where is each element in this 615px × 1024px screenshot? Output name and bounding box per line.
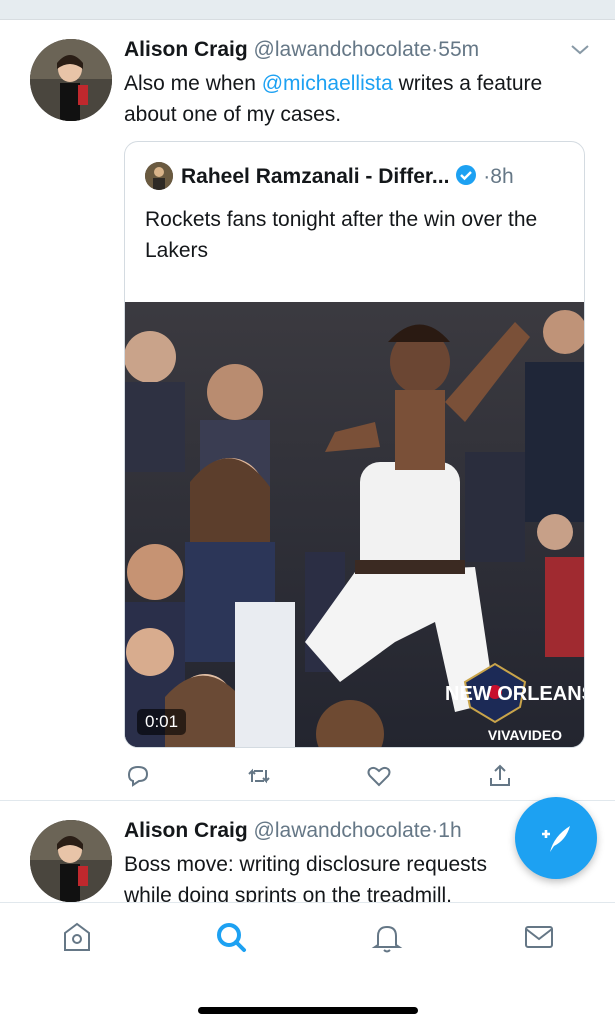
verified-badge-icon: [455, 164, 477, 193]
author-name[interactable]: Alison Craig: [124, 819, 248, 842]
search-icon[interactable]: [213, 919, 249, 955]
quoted-time: 8h: [490, 165, 514, 188]
author-handle[interactable]: @lawandchocolate: [254, 38, 432, 61]
author-name[interactable]: Alison Craig: [124, 38, 248, 61]
tweet-header: Alison Craig @lawandchocolate·55m: [124, 37, 479, 63]
tweet-header: Alison Craig @lawandchocolate·1h: [124, 818, 462, 844]
notifications-icon[interactable]: [369, 919, 405, 955]
tweet-time: 1h: [438, 819, 462, 842]
home-indicator: [198, 1007, 418, 1014]
tweet[interactable]: Alison Craig @lawandchocolate·55m Also m…: [0, 21, 615, 801]
quoted-author-name: Raheel Ramzanali - Differ...: [181, 165, 450, 188]
compose-tweet-button[interactable]: [515, 797, 597, 879]
reply-icon[interactable]: [124, 762, 152, 790]
tweet-text: Also me when @michaellista writes a feat…: [124, 68, 574, 130]
quoted-tweet-card[interactable]: Raheel Ramzanali - Differ... ·8h Rockets…: [124, 141, 585, 748]
video-duration-badge: 0:01: [137, 709, 187, 735]
tweet-text-start: Also me when: [124, 72, 262, 95]
tweet-time: 55m: [438, 38, 480, 61]
bottom-tab-bar: [0, 902, 615, 1024]
watermark-team: NEW ORLEANS: [445, 683, 585, 705]
avatar[interactable]: [30, 39, 112, 121]
quoted-avatar: [145, 162, 173, 190]
top-divider-strip: [0, 0, 615, 20]
share-icon[interactable]: [486, 762, 514, 790]
retweet-icon[interactable]: [245, 762, 273, 790]
author-handle[interactable]: @lawandchocolate: [254, 819, 432, 842]
chevron-down-icon[interactable]: [569, 41, 591, 59]
avatar[interactable]: [30, 820, 112, 902]
video-player[interactable]: NEW ORLEANS VIVAVIDEO 0:01: [125, 302, 585, 747]
messages-icon[interactable]: [521, 919, 557, 955]
watermark-vendor: VIVAVIDEO: [488, 727, 562, 743]
video-frame: NEW ORLEANS VIVAVIDEO: [125, 302, 585, 747]
like-icon[interactable]: [365, 762, 393, 790]
mention-link[interactable]: @michaellista: [262, 72, 393, 95]
quoted-text: Rockets fans tonight after the win over …: [145, 208, 538, 262]
tweet-actions: [124, 762, 514, 790]
compose-tweet-icon: [542, 826, 570, 852]
home-icon[interactable]: [59, 919, 95, 955]
quoted-header: Raheel Ramzanali - Differ... ·8h: [181, 164, 514, 193]
